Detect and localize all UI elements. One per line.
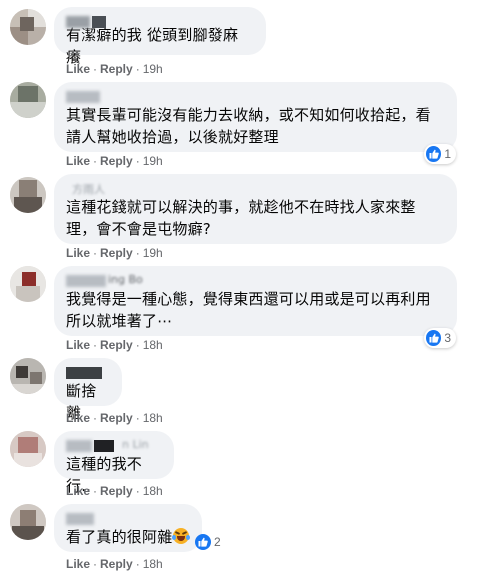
separator: · [93, 154, 98, 168]
comment-bubble: ing Bo 我覺得是一種心態，覺得東西還可以用或是可以再利用所以就堆著了⋯ [54, 266, 457, 336]
comment-bubble: 斷捨離 [54, 358, 122, 422]
redacted-name [66, 91, 100, 103]
comment-bubble: 方雨人 這種花錢就可以解決的事，就趁他不在時找人家來整理，會不會是屯物癖? [54, 174, 457, 244]
comment-actions: Like · Reply · 19h [66, 62, 163, 76]
reply-link[interactable]: Reply [100, 484, 133, 498]
author-name[interactable] [66, 14, 254, 31]
author-partial: ing Bo [108, 273, 143, 286]
reaction-count: 2 [214, 535, 221, 549]
timestamp[interactable]: 19h [143, 246, 163, 260]
comment-bubble: 看了真的很阿雜 [54, 504, 202, 552]
author-name[interactable]: n Lin [66, 438, 162, 455]
redacted-name [66, 16, 90, 28]
author-name[interactable] [66, 89, 445, 106]
avatar[interactable] [10, 431, 46, 467]
comment-bubble: 有潔癖的我 從頭到腳發麻 癢 [54, 7, 266, 66]
avatar[interactable] [10, 82, 46, 118]
separator: · [93, 411, 98, 425]
redacted-name [66, 275, 106, 287]
avatar[interactable] [10, 504, 46, 540]
reply-link[interactable]: Reply [100, 62, 133, 76]
reaction-summary[interactable]: 1 [424, 144, 456, 164]
reply-link[interactable]: Reply [100, 411, 133, 425]
comment-bubble: n Lin 這種的我不行.. [54, 431, 174, 495]
like-link[interactable]: Like [66, 411, 90, 425]
comment-actions: Like · Reply · 19h [66, 154, 163, 168]
comment-thread: 有潔癖的我 從頭到腳發麻 癢 Like · Reply · 19h 其實長輩可能沒有能力… [0, 0, 497, 575]
timestamp[interactable]: 18h [143, 411, 163, 425]
avatar[interactable] [10, 358, 46, 394]
like-link[interactable]: Like [66, 154, 90, 168]
comment-text: 這種花錢就可以解決的事，就趁他不在時找人家來整理，會不會是屯物癖? [66, 198, 416, 238]
separator: · [135, 484, 140, 498]
separator: · [135, 62, 140, 76]
reaction-count: 1 [444, 147, 451, 161]
redacted-name [66, 513, 94, 525]
reaction-summary[interactable]: 2 [193, 532, 227, 552]
timestamp[interactable]: 18h [143, 484, 163, 498]
comment-actions: Like · Reply · 18h [66, 557, 163, 571]
reply-link[interactable]: Reply [100, 557, 133, 571]
like-icon [426, 330, 442, 346]
timestamp[interactable]: 18h [143, 338, 163, 352]
redacted-name [94, 440, 114, 452]
reply-link[interactable]: Reply [100, 246, 133, 260]
avatar[interactable] [10, 177, 46, 213]
author-partial: n Lin [122, 438, 149, 451]
like-icon [195, 534, 211, 550]
separator: · [93, 557, 98, 571]
separator: · [93, 338, 98, 352]
like-icon [426, 146, 442, 162]
author-name[interactable]: ing Bo [66, 273, 445, 290]
separator: · [135, 154, 140, 168]
like-link[interactable]: Like [66, 246, 90, 260]
reaction-summary[interactable]: 3 [424, 328, 456, 348]
avatar[interactable] [10, 266, 46, 302]
like-link[interactable]: Like [66, 484, 90, 498]
comment-text: 其實長輩可能沒有能力去收納，或不知如何收拾起，看請人幫她收拾過，以後就好整理 [66, 106, 431, 146]
like-link[interactable]: Like [66, 338, 90, 352]
comment-text: 看了真的很阿雜 [66, 526, 191, 548]
comment-actions: Like · Reply · 18h [66, 338, 163, 352]
comment-text: 我覺得是一種心態，覺得東西還可以用或是可以再利用所以就堆著了⋯ [66, 290, 431, 330]
separator: · [93, 484, 98, 498]
comment-actions: Like · Reply · 18h [66, 411, 163, 425]
separator: · [135, 246, 140, 260]
comment-actions: Like · Reply · 19h [66, 246, 163, 260]
like-link[interactable]: Like [66, 557, 90, 571]
like-link[interactable]: Like [66, 62, 90, 76]
comment-bubble: 其實長輩可能沒有能力去收納，或不知如何收拾起，看請人幫她收拾過，以後就好整理 [54, 82, 457, 152]
comment-text-content: 看了真的很阿雜 [66, 528, 173, 546]
author-name[interactable] [66, 365, 110, 382]
author-name[interactable]: 方雨人 [66, 181, 445, 198]
timestamp[interactable]: 19h [143, 154, 163, 168]
separator: · [93, 62, 98, 76]
author-partial: 方雨人 [72, 183, 105, 196]
reply-link[interactable]: Reply [100, 338, 133, 352]
separator: · [135, 557, 140, 571]
rolling-laughing-emoji [172, 528, 191, 544]
reply-link[interactable]: Reply [100, 154, 133, 168]
separator: · [93, 246, 98, 260]
timestamp[interactable]: 19h [143, 62, 163, 76]
reaction-count: 3 [444, 331, 451, 345]
redacted-name [66, 367, 102, 379]
redacted-name [92, 16, 106, 28]
avatar[interactable] [10, 9, 46, 45]
timestamp[interactable]: 18h [143, 557, 163, 571]
separator: · [135, 411, 140, 425]
redacted-name [66, 440, 92, 452]
author-name[interactable] [66, 511, 190, 528]
comment-actions: Like · Reply · 18h [66, 484, 163, 498]
separator: · [135, 338, 140, 352]
